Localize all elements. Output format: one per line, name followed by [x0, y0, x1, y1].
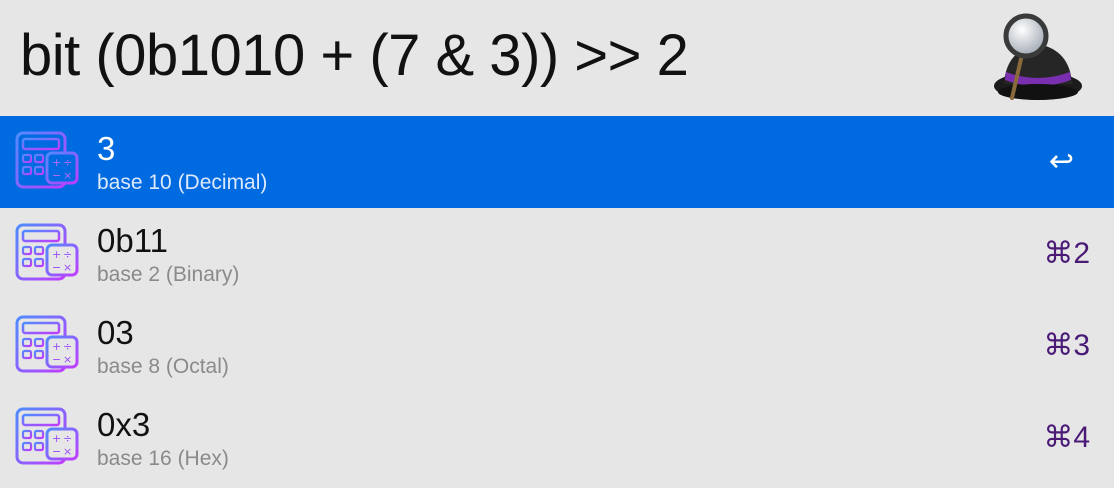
result-title: 3 — [97, 130, 116, 167]
svg-text:−: − — [52, 445, 61, 458]
svg-text:+: + — [52, 432, 61, 445]
svg-text:×: × — [63, 261, 72, 274]
svg-text:×: × — [63, 353, 72, 366]
calculator-icon: + ÷ − × — [15, 131, 79, 189]
calculator-icon: + ÷ − × — [15, 407, 79, 465]
keyboard-shortcut: ⌘4 — [1043, 421, 1090, 454]
keyboard-shortcut: ⌘3 — [1043, 329, 1090, 362]
svg-text:+: + — [52, 248, 61, 261]
svg-text:−: − — [52, 169, 61, 182]
result-title: 0x3 — [97, 406, 151, 443]
result-row-hex[interactable]: + ÷ − × 0x3 base 16 (Hex) ⌘4 — [0, 392, 1114, 484]
result-subtitle: base 8 (Octal) — [97, 355, 229, 378]
result-row-binary[interactable]: + ÷ − × 0b11 base 2 (Binary) ⌘2 — [0, 208, 1114, 300]
keyboard-shortcut: ⌘2 — [1043, 237, 1090, 270]
results-list: + ÷ − × 3 base 10 (Decimal) ↩ + ÷ − × 0b… — [0, 116, 1114, 484]
svg-text:÷: ÷ — [63, 156, 72, 169]
search-input[interactable]: bit (0b1010 + (7 & 3)) >> 2 — [20, 22, 689, 89]
svg-text:÷: ÷ — [63, 248, 72, 261]
svg-text:−: − — [52, 353, 61, 366]
result-title: 03 — [97, 314, 134, 351]
svg-text:+: + — [52, 156, 61, 169]
search-bar[interactable]: bit (0b1010 + (7 & 3)) >> 2 — [0, 0, 1114, 116]
svg-text:×: × — [63, 445, 72, 458]
result-subtitle: base 10 (Decimal) — [97, 171, 268, 194]
svg-text:+: + — [52, 340, 61, 353]
calculator-icon: + ÷ − × — [15, 223, 79, 281]
result-subtitle: base 2 (Binary) — [97, 263, 240, 286]
svg-text:×: × — [63, 169, 72, 182]
svg-text:−: − — [52, 261, 61, 274]
result-title: 0b11 — [97, 222, 168, 259]
result-subtitle: base 16 (Hex) — [97, 447, 229, 470]
result-row-decimal[interactable]: + ÷ − × 3 base 10 (Decimal) ↩ — [0, 116, 1114, 208]
alfred-window: bit (0b1010 + (7 & 3)) >> 2 + ÷ − × 3 ba… — [0, 0, 1114, 488]
return-key-icon: ↩ — [1048, 145, 1074, 178]
result-row-octal[interactable]: + ÷ − × 03 base 8 (Octal) ⌘3 — [0, 300, 1114, 392]
alfred-hat-icon — [994, 13, 1082, 100]
svg-text:÷: ÷ — [63, 432, 72, 445]
svg-text:÷: ÷ — [63, 340, 72, 353]
calculator-icon: + ÷ − × — [15, 315, 79, 373]
